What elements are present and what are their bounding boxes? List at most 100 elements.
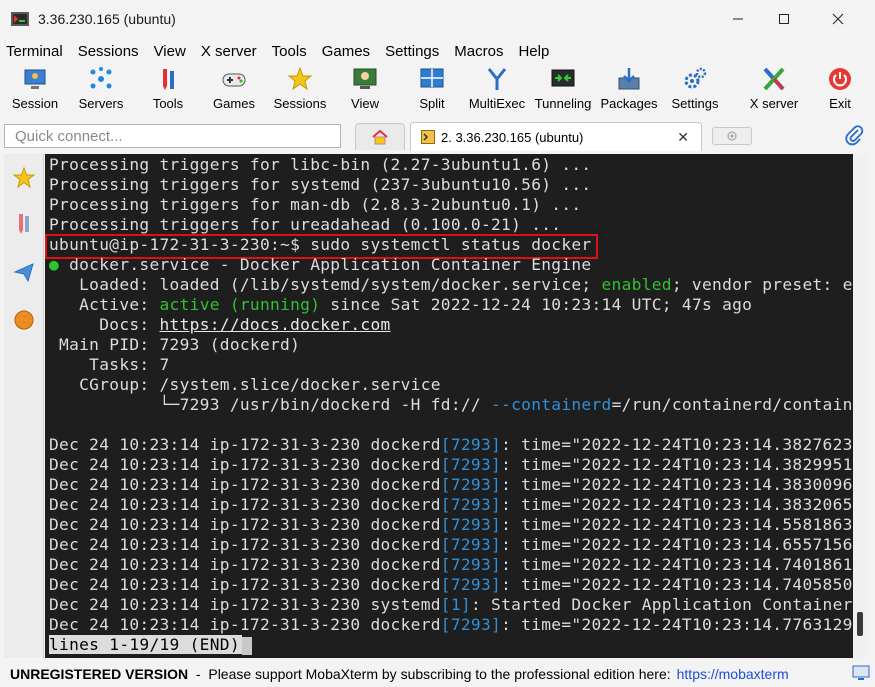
terminal-line: Processing triggers for libc-bin (2.27-3… [49,155,592,174]
log-pid: [7293] [440,555,502,574]
status-bar: UNREGISTERED VERSION - Please support Mo… [0,660,875,687]
sidebar-sftp-button[interactable] [6,250,42,294]
monitor-icon [852,665,870,681]
games-icon [222,73,246,87]
log-line: Dec 24 10:23:14 ip-172-31-3-230 dockerd[… [49,495,853,514]
log-pid: [7293] [440,455,502,474]
menu-view[interactable]: View [154,43,186,60]
servers-button[interactable]: Servers [74,62,128,118]
terminal-tab-icon [421,130,435,144]
log-line: Dec 24 10:23:14 ip-172-31-3-230 dockerd[… [49,535,853,554]
session-icon [24,69,46,89]
tunneling-button[interactable]: Tunneling [533,62,593,118]
log-line: Dec 24 10:23:14 ip-172-31-3-230 dockerd[… [49,575,853,594]
tools-icon [19,214,29,234]
star-icon [287,66,313,91]
games-button[interactable]: Games [208,62,260,118]
menu-sessions[interactable]: Sessions [78,43,139,60]
log-line: Dec 24 10:23:14 ip-172-31-3-230 dockerd[… [49,435,853,454]
terminal-line: Processing triggers for ureadahead (0.10… [49,215,562,234]
new-tab-icon [727,131,737,141]
close-icon [832,13,844,25]
sessions-button[interactable]: Sessions [270,62,330,118]
log-line: Dec 24 10:23:14 ip-172-31-3-230 dockerd[… [49,615,853,634]
multiexec-button[interactable]: MultiExec [468,62,526,118]
multiexec-icon [487,68,507,90]
log-line: Dec 24 10:23:14 ip-172-31-3-230 dockerd[… [49,515,853,534]
new-tab-button[interactable] [712,127,752,145]
settings-button[interactable]: Settings [668,62,722,118]
menu-help[interactable]: Help [518,43,549,60]
active-line: Active: active (running) since Sat 2022-… [49,295,753,314]
mobaxterm-logo-icon [11,12,29,26]
power-icon [829,68,851,90]
menu-games[interactable]: Games [322,43,370,60]
menu-tools[interactable]: Tools [272,43,307,60]
menu-terminal[interactable]: Terminal [6,43,63,60]
support-message: - Please support MobaXterm by subscribin… [188,665,671,682]
log-pid: [7293] [440,535,502,554]
session-button[interactable]: Session [8,62,62,118]
terminal-line: Processing triggers for man-db (2.8.3-2u… [49,195,582,214]
tools-button[interactable]: Tools [145,62,191,118]
xserver-button[interactable]: X server [745,62,803,118]
menu-bar: Terminal Sessions View X server Tools Ga… [0,40,875,62]
log-line: Dec 24 10:23:14 ip-172-31-3-230 dockerd[… [49,555,853,574]
paper-plane-icon [13,263,34,283]
star-icon [13,167,35,189]
mobaxterm-link[interactable]: https://mobaxterm [677,666,789,682]
terminal-output[interactable]: Processing triggers for libc-bin (2.27-3… [45,154,853,658]
minimize-icon [733,18,743,20]
loaded-line: Loaded: loaded (/lib/systemd/system/dock… [49,275,853,294]
home-tab[interactable] [355,123,405,150]
sidebar-macros-button[interactable] [6,298,42,342]
pager-status: lines 1-19/19 (END) [49,635,242,654]
terminal-cursor [241,636,252,655]
exit-button[interactable]: Exit [822,62,858,118]
docs-link[interactable]: https://docs.docker.com [160,315,391,334]
cgroup-line: CGroup: /system.slice/docker.service [49,375,441,394]
split-button[interactable]: Split [412,62,452,118]
terminal-scrollbar[interactable] [853,154,869,658]
sidebar-sessions-button[interactable] [6,156,42,200]
attach-button[interactable] [844,124,864,146]
paperclip-icon [845,125,864,146]
maximize-icon [779,14,789,24]
docs-line: Docs: https://docs.docker.com [49,315,391,334]
terminal-line: Processing triggers for systemd (237-3ub… [49,175,592,194]
service-header-line: ● docker.service - Docker Application Co… [49,255,592,274]
servers-icon [90,67,112,89]
log-pid: [7293] [440,435,502,454]
scrollbar-thumb[interactable] [857,612,863,636]
view-icon [353,68,377,89]
quick-connect-input[interactable]: Quick connect... [4,124,341,148]
menu-x-server[interactable]: X server [201,43,257,60]
menu-macros[interactable]: Macros [454,43,503,60]
packages-button[interactable]: Packages [600,62,658,118]
log-pid: [1] [440,595,471,614]
log-pid: [7293] [440,475,502,494]
maximize-button[interactable] [761,0,807,38]
view-button[interactable]: View [342,62,388,118]
packages-icon [618,68,640,90]
tools-icon [163,69,174,90]
log-pid: [7293] [440,615,502,634]
log-pid: [7293] [440,495,502,514]
tab-label: 2. 3.36.230.165 (ubuntu) [441,129,584,145]
window-title: 3.36.230.165 (ubuntu) [38,11,176,27]
tab-close-icon[interactable]: ✕ [677,129,689,146]
sidebar-tools-button[interactable] [6,202,42,246]
log-line: Dec 24 10:23:14 ip-172-31-3-230 dockerd[… [49,455,853,474]
cgroup-child-line: └─7293 /usr/bin/dockerd -H fd:// --conta… [49,395,853,414]
log-pid: [7293] [440,515,502,534]
unregistered-label: UNREGISTERED VERSION [10,665,189,682]
globe-icon [14,310,34,330]
menu-settings[interactable]: Settings [385,43,439,60]
tab-session-ubuntu[interactable]: 2. 3.36.230.165 (ubuntu) ✕ [410,122,702,151]
close-button[interactable] [815,0,861,38]
active-state: active (running) [159,295,321,314]
minimize-button[interactable] [715,0,761,38]
service-status-dot: ● [49,255,60,274]
toolbar: Session Servers Tools Games Sessions Vie… [0,62,875,118]
tasks-line: Tasks: 7 [49,355,170,374]
